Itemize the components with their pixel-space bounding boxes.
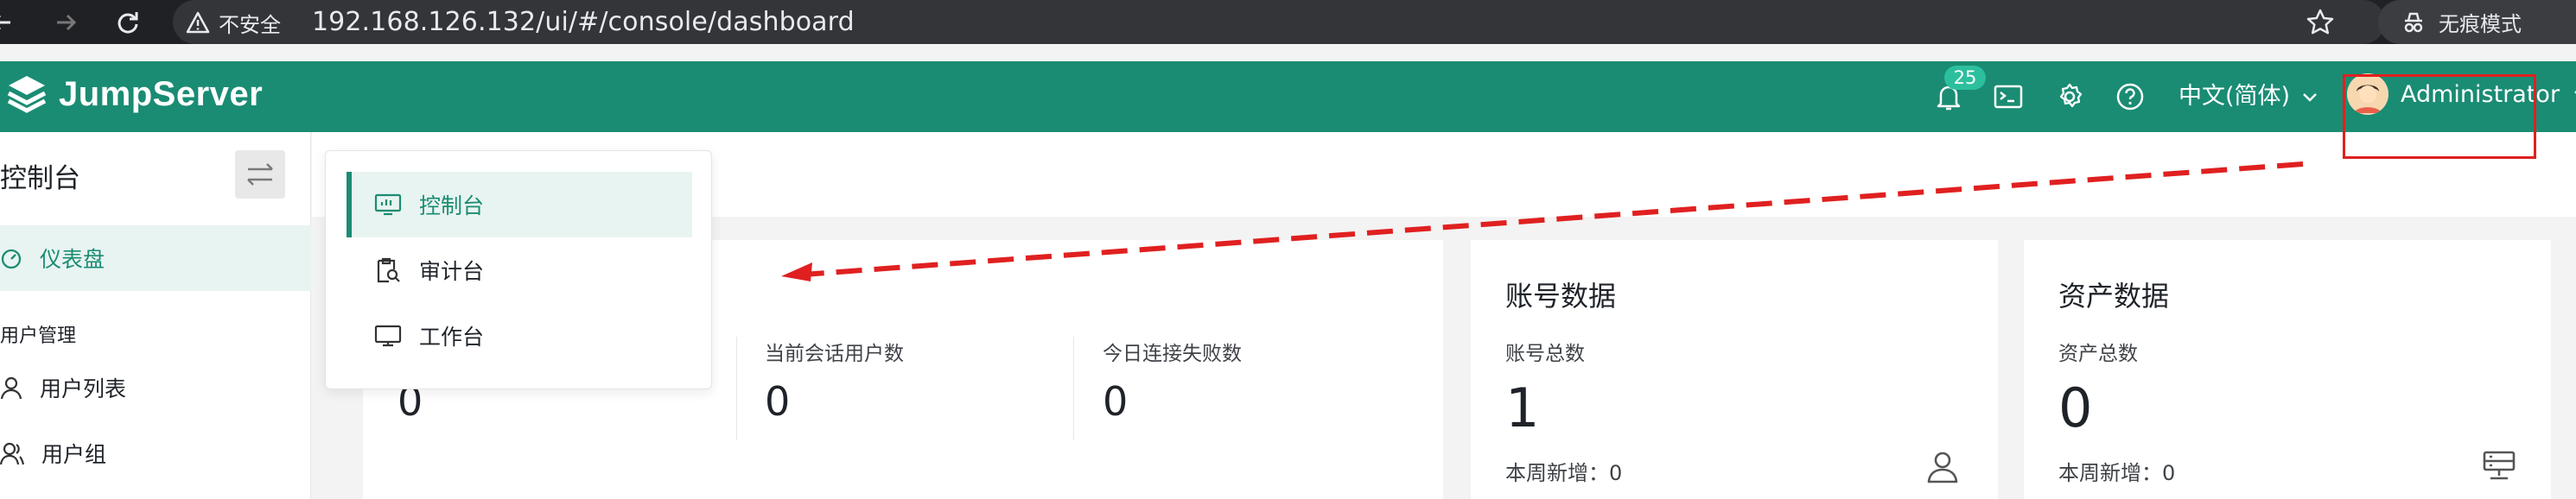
dashboard-gauge-icon: [1, 249, 22, 269]
user-icon: [1925, 449, 1960, 483]
insecure-label: 不安全: [219, 12, 281, 37]
card-title: 资产数据: [2058, 280, 2170, 313]
metric-label: 今日连接失败数: [1103, 343, 1242, 365]
metric-value: 0: [2058, 376, 2093, 439]
sidebar-item-dashboard[interactable]: 仪表盘: [0, 225, 311, 291]
language-selector[interactable]: 中文(简体): [2178, 79, 2319, 114]
site-security-chip[interactable]: 不安全: [186, 7, 281, 38]
account-stats-card: 账号数据 账号总数 1 本周新增：0: [1471, 240, 1998, 499]
browser-toolbar: 不安全 192.168.126.132/ui/#/console/dashboa…: [0, 0, 2576, 44]
divider: [1073, 337, 1074, 440]
brand-logo[interactable]: JumpServer: [5, 73, 263, 116]
divider: [736, 337, 737, 440]
metric-label: 资产总数: [2058, 343, 2138, 365]
chevron-down-icon: [2303, 93, 2317, 102]
weekly-new-value: 0: [2162, 461, 2176, 485]
weekly-new: 本周新增：0: [1505, 456, 1622, 486]
metric-label: 当前会话用户数: [765, 343, 904, 365]
metric-value: 1: [1505, 376, 1540, 439]
language-label: 中文(简体): [2178, 83, 2291, 110]
metric-value: 0: [1103, 378, 1129, 425]
terminal-icon[interactable]: [1992, 80, 2025, 113]
settings-gear-icon[interactable]: [2053, 80, 2086, 113]
sidebar: 控制台 仪表盘 用户管理 用户列表 用户组: [0, 132, 311, 499]
sidebar-item-label: 用户组: [41, 442, 107, 467]
incognito-indicator[interactable]: 无痕模式: [2378, 0, 2576, 44]
asset-stats-card: 资产数据 资产总数 0 本周新增：0: [2024, 240, 2551, 499]
workbench-icon: [374, 325, 402, 347]
sidebar-group-label: 用户管理: [0, 325, 77, 347]
help-icon[interactable]: [2114, 80, 2147, 113]
warning-icon: [186, 11, 210, 34]
metric-label: 账号总数: [1505, 343, 1585, 365]
incognito-label: 无痕模式: [2439, 12, 2522, 36]
menu-item-label: 工作台: [419, 325, 485, 350]
sidebar-item-label: 用户列表: [40, 376, 127, 401]
menu-item-label: 审计台: [419, 259, 485, 284]
view-switch-button[interactable]: [235, 150, 285, 199]
console-icon: [374, 193, 402, 216]
metric-value: 0: [765, 378, 791, 425]
server-icon: [2482, 449, 2516, 483]
reload-icon[interactable]: [114, 9, 142, 36]
user-icon: [0, 376, 22, 400]
menu-item-workbench[interactable]: 工作台: [347, 303, 692, 369]
brand-name: JumpServer: [59, 74, 264, 113]
menu-item-label: 控制台: [419, 193, 485, 218]
audit-icon: [377, 257, 400, 283]
weekly-new-value: 0: [1609, 461, 1623, 485]
sidebar-item-user-list[interactable]: 用户列表: [0, 372, 126, 403]
card-title: 账号数据: [1505, 280, 1617, 313]
bookmark-star-icon[interactable]: [2306, 8, 2335, 37]
forward-icon[interactable]: [52, 9, 80, 36]
sidebar-item-label: 仪表盘: [40, 247, 105, 272]
weekly-new-label: 本周新增：: [1505, 461, 1609, 485]
app-header: JumpServer 25 中文(简体) Administrator: [0, 61, 2576, 132]
user-group-icon: [0, 442, 24, 465]
view-switch-dropdown: 控制台 审计台 工作台: [325, 150, 712, 389]
back-icon[interactable]: [0, 9, 16, 36]
weekly-new: 本周新增：0: [2058, 456, 2175, 486]
sidebar-item-user-group[interactable]: 用户组: [0, 438, 106, 469]
jumpserver-logo-icon: [7, 76, 47, 113]
url-text[interactable]: 192.168.126.132/ui/#/console/dashboard: [312, 7, 855, 38]
chevron-down-icon: [2574, 91, 2576, 94]
annotation-highlight-box: [2343, 74, 2536, 159]
switch-arrows-icon: [247, 163, 273, 186]
menu-item-console[interactable]: 控制台: [347, 172, 692, 237]
incognito-icon: [2404, 12, 2423, 32]
notification-badge: 25: [1944, 66, 1986, 90]
weekly-new-label: 本周新增：: [2058, 461, 2162, 485]
sidebar-title: 控制台: [0, 163, 80, 194]
menu-item-audit[interactable]: 审计台: [347, 237, 692, 303]
